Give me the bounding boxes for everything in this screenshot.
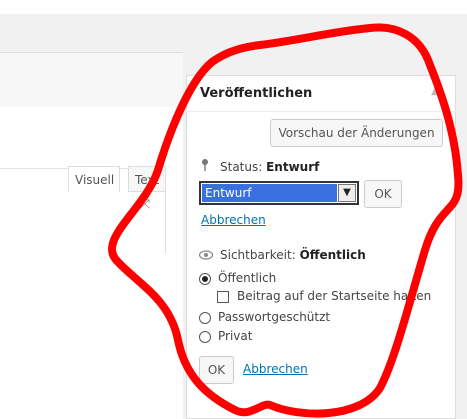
collapse-arrow-icon[interactable]: ▲ [431,87,438,97]
status-label: Status: [220,160,263,174]
sticky-checkbox[interactable] [217,291,229,303]
status-line: Status: Entwurf [220,160,319,174]
radio-public-label: Öffentlich [218,271,277,285]
divider [186,111,456,112]
chevron-down-icon[interactable]: ▼ [338,184,356,202]
tab-visual[interactable]: Visuell [68,166,120,192]
pin-icon [202,159,208,171]
visibility-ok-button[interactable]: OK [199,356,234,384]
status-ok-button[interactable]: OK [364,180,402,208]
visibility-line: Sichtbarkeit: Öffentlich [220,248,366,262]
fullscreen-expand-icon[interactable]: ⤧ [138,198,152,212]
radio-password-label: Passwortgeschützt [218,310,331,324]
editor-area [0,107,183,419]
radio-private-label: Privat [218,329,253,343]
top-bar [0,0,467,14]
status-cancel-link[interactable]: Abbrechen [201,213,266,227]
publish-title: Veröffentlichen [200,86,313,101]
sticky-checkbox-label: Beitrag auf der Startseite halten [237,289,432,303]
editor-header [0,52,183,108]
top-spacer [0,14,467,52]
tab-text[interactable]: Text [128,166,166,192]
status-select[interactable]: Entwurf ▼ [199,181,359,205]
radio-password[interactable] [199,312,211,324]
eye-icon [199,250,213,260]
radio-public[interactable] [199,273,211,285]
status-select-value: Entwurf [202,184,337,202]
visibility-value: Öffentlich [299,248,366,262]
radio-private[interactable] [199,331,211,343]
preview-changes-button[interactable]: Vorschau der Änderungen [270,119,443,147]
visibility-cancel-link[interactable]: Abbrechen [243,362,308,376]
visibility-label: Sichtbarkeit: [220,248,296,262]
status-value: Entwurf [266,160,320,174]
